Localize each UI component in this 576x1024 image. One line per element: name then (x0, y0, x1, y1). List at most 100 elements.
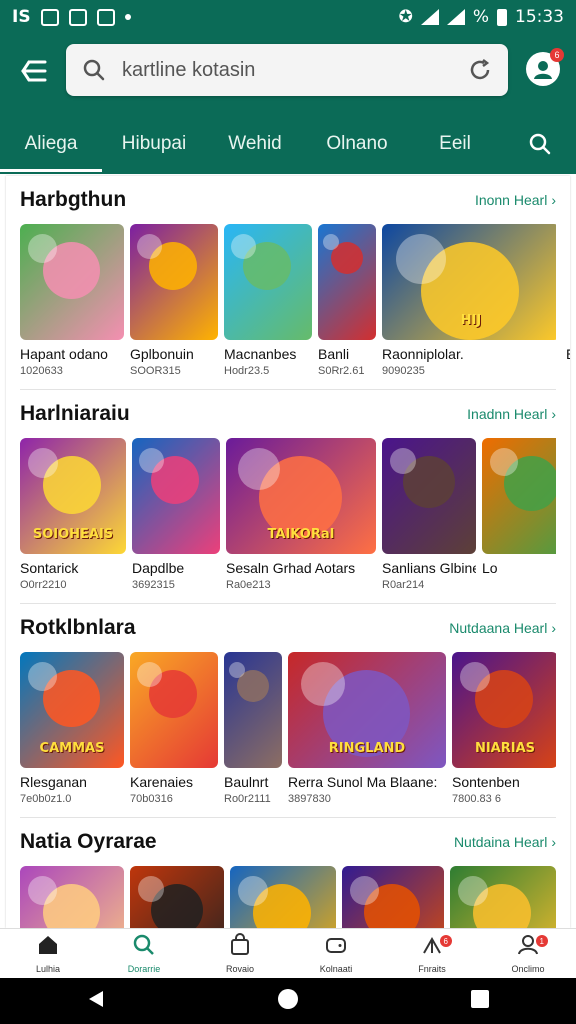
app-size: 70b0316 (130, 793, 173, 805)
home-circle-icon[interactable] (276, 987, 300, 1016)
app-artwork-highlight (28, 234, 57, 263)
app-card[interactable]: ANIJARS (450, 866, 556, 928)
app-name[interactable]: Sesaln Grhad Aotars (226, 560, 376, 576)
see-more-link[interactable]: Inonn Hearl › (475, 192, 556, 208)
app-card[interactable]: RINGLAND (288, 652, 446, 768)
app-card[interactable] (382, 438, 476, 554)
app-name[interactable]: Macnanbes (224, 346, 312, 362)
tab-olnano[interactable]: Olnano (304, 114, 410, 174)
bottom-navigation: Lulhia Dorarrie Rovaio Kolnaati Fnraits 6 Oncl… (0, 928, 576, 978)
app-size: R0ar214 (382, 579, 425, 591)
app-card[interactable]: MIDUARS (230, 866, 336, 928)
app-name[interactable]: Hapant odano (20, 346, 124, 362)
app-name[interactable]: Sontenben (452, 774, 558, 790)
app-logo-text: NIARIAS (474, 741, 536, 756)
app-card[interactable] (482, 438, 556, 554)
content-feed[interactable]: Harbgthun Inonn Hearl › HIJ Hapant odano 1020… (6, 176, 570, 928)
tab-wehid[interactable]: Wehid (206, 114, 304, 174)
profile-button[interactable]: 6 (526, 48, 564, 86)
app-card[interactable]: CAMMAS (20, 652, 124, 768)
app-name[interactable]: Rlesganan (20, 774, 124, 790)
app-card[interactable] (130, 866, 224, 928)
search-bar[interactable]: kartline kotasin (66, 44, 508, 96)
nav-item-kolnaati[interactable]: Kolnaati (288, 929, 384, 978)
see-more-link[interactable]: Inadnn Hearl › (467, 406, 556, 422)
app-card[interactable] (20, 224, 124, 340)
nav-label: Rovaio (225, 964, 254, 974)
section-3: Natia Oyrarae Nutdaina Hearl› MIDUARS ANIJA… (6, 818, 570, 928)
app-meta: Hapant odano 1020633 (20, 346, 124, 377)
app-artwork-highlight (139, 448, 164, 473)
app-card-row: SOIOHEAIS TAIKORaI (20, 438, 556, 554)
app-card[interactable] (130, 652, 218, 768)
app-size: SOOR315 (130, 365, 181, 377)
app-card[interactable] (132, 438, 220, 554)
app-card[interactable]: SOIOHEAIS (20, 438, 126, 554)
app-card[interactable]: NIARIAS (452, 652, 556, 768)
app-artwork-highlight (301, 662, 345, 706)
app-name[interactable]: Karenaies (130, 774, 218, 790)
app-card[interactable] (224, 652, 282, 768)
avatar-icon (534, 61, 552, 79)
section-title: Harlniaraiu (20, 402, 130, 425)
app-card[interactable] (342, 866, 444, 928)
app-card[interactable] (130, 224, 218, 340)
section-title: Rotklbnlara (20, 616, 136, 639)
nav-label: Dorarrie (127, 964, 161, 974)
app-artwork-highlight (323, 234, 339, 250)
app-name[interactable]: Lo (482, 560, 570, 576)
nav-item-rovaio[interactable]: Rovaio (192, 929, 288, 978)
app-card[interactable] (318, 224, 376, 340)
wallet-icon (324, 933, 348, 962)
app-meta-row: Hapant odano 1020633 Gplbonuin SOOR315 Macna… (20, 346, 570, 377)
app-artwork-highlight (460, 662, 490, 692)
app-card-row: MIDUARS ANIJARS (20, 866, 556, 928)
section-0: Harbgthun Inonn Hearl › HIJ Hapant odano 1020… (6, 176, 570, 377)
app-name[interactable]: Raonniplolar. (382, 346, 560, 362)
tab-search-button[interactable] (512, 114, 568, 174)
app-meta: Karenaies 70b0316 (130, 774, 218, 805)
app-name[interactable]: Dapdlbe (132, 560, 220, 576)
see-more-label: Inadnn Hearl (467, 406, 548, 422)
nav-label: Kolnaati (319, 964, 353, 974)
recents-square-icon[interactable] (469, 988, 491, 1015)
app-meta-row: Sontarick O0rr2210 Dapdlbe 3692315 Sesaln Gr… (20, 560, 556, 591)
app-name[interactable]: Baulnrt (224, 774, 282, 790)
battery-percent: % (472, 7, 489, 27)
app-name[interactable]: Sanlians Glbineah (382, 560, 476, 576)
section-header: Harlniaraiu Inadnn Hearl › (20, 390, 556, 438)
tab-hibupai[interactable]: Hibupai (102, 114, 206, 174)
nav-item-onclimo[interactable]: Onclimo 1 (480, 929, 576, 978)
nav-item-fnraits[interactable]: Fnraits 6 (384, 929, 480, 978)
app-artwork-highlight (28, 876, 57, 905)
app-name[interactable]: Rerra Sunol Ma Blaane: (288, 774, 446, 790)
see-more-link[interactable]: Nutdaana Hearl › (449, 620, 556, 636)
back-button[interactable] (16, 54, 52, 88)
image-icon (68, 8, 87, 26)
app-meta: Sontarick O0rr2210 (20, 560, 126, 591)
tab-aliega[interactable]: Aliega (0, 114, 102, 174)
search-input[interactable]: kartline kotasin (122, 59, 466, 82)
see-more-link[interactable]: Nutdaina Hearl › (454, 834, 556, 850)
app-name[interactable]: Banli (318, 346, 376, 362)
app-name[interactable]: Elennala (566, 346, 570, 362)
app-card[interactable] (20, 866, 124, 928)
refresh-icon[interactable] (466, 56, 494, 84)
nav-badge: 6 (439, 935, 452, 947)
app-artwork-highlight (350, 876, 379, 905)
app-card[interactable]: TAIKORaI (226, 438, 376, 554)
search-icon (132, 933, 156, 962)
search-icon (529, 133, 551, 155)
app-name[interactable]: Gplbonuin (130, 346, 218, 362)
home-icon (36, 933, 60, 962)
back-triangle-icon[interactable] (85, 988, 107, 1015)
app-card[interactable]: HIJ (382, 224, 556, 340)
app-name[interactable]: Sontarick (20, 560, 126, 576)
tab-eeil[interactable]: Eeil (410, 114, 500, 174)
nav-item-dorarrie[interactable]: Dorarrie (96, 929, 192, 978)
app-size: 7800.83 6 (452, 793, 501, 805)
nav-item-lulhia[interactable]: Lulhia (0, 929, 96, 978)
see-more-label: Nutdaina Hearl (453, 834, 548, 850)
app-logo-text: RINGLAND (328, 741, 406, 756)
app-card[interactable] (224, 224, 312, 340)
